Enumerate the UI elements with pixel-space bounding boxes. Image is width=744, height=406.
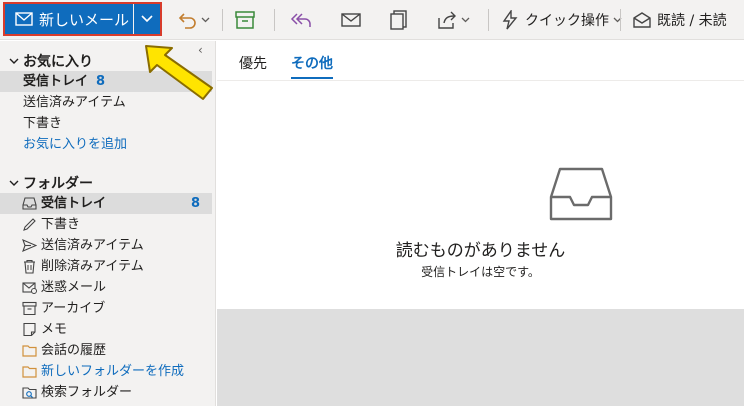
quick-actions-label: クイック操作: [525, 13, 609, 29]
command-bar: 新しいメール クイック操作 既読 / 未読: [0, 0, 744, 40]
quick-actions-button[interactable]: クイック操作: [500, 8, 622, 32]
read-unread-button[interactable]: 既読 / 未読: [632, 8, 727, 32]
chevron-down-icon: [201, 17, 210, 23]
move-icon: [390, 10, 407, 30]
folder-search-folders[interactable]: 検索フォルダー: [0, 382, 212, 403]
favorite-label: お気に入りを追加: [23, 137, 128, 152]
folder-label: 会話の履歴: [41, 343, 107, 358]
new-mail-highlight-box: 新しいメール: [3, 2, 162, 36]
mark-mail-button[interactable]: [340, 8, 362, 32]
folder-label: 送信済みアイテム: [41, 238, 144, 253]
folder-conversation-history[interactable]: 会話の履歴: [0, 340, 212, 361]
folder-label: 検索フォルダー: [41, 385, 133, 400]
new-mail-button[interactable]: 新しいメール: [5, 4, 133, 34]
toolbar-divider: [222, 9, 223, 31]
inbox-icon: [22, 197, 37, 210]
folder-label: 新しいフォルダーを作成: [41, 364, 185, 379]
empty-inbox-icon: [549, 167, 613, 221]
folder-label: 迷惑メール: [41, 280, 107, 295]
favorites-header[interactable]: お気に入り: [8, 51, 93, 71]
add-favorite-link[interactable]: お気に入りを追加: [0, 134, 212, 155]
read-unread-label: 既読 / 未読: [657, 13, 727, 29]
folder-notes[interactable]: メモ: [0, 319, 212, 340]
favorite-label: 送信済みアイテム: [23, 95, 126, 110]
reply-all-button[interactable]: [288, 8, 312, 32]
reading-pane-blank: [217, 309, 744, 406]
favorite-label: 下書き: [23, 116, 63, 131]
folder-icon: [22, 345, 37, 357]
note-icon: [23, 322, 36, 337]
toolbar-divider: [274, 9, 275, 31]
folder-deleted-items[interactable]: 削除済みアイテム: [0, 256, 212, 277]
share-button[interactable]: [436, 8, 470, 32]
favorite-drafts[interactable]: 下書き: [0, 113, 212, 134]
chevron-down-icon: [141, 15, 153, 23]
unread-count: 8: [190, 196, 200, 211]
tab-focused[interactable]: 優先: [239, 53, 267, 73]
favorite-label: 受信トレイ: [23, 74, 89, 89]
chevron-down-icon: [9, 180, 19, 186]
toolbar-divider: [488, 9, 489, 31]
folder-archive[interactable]: アーカイブ: [0, 298, 212, 319]
chevron-down-icon: [461, 17, 470, 23]
folder-sent-items[interactable]: 送信済みアイテム: [0, 235, 212, 256]
archive-icon: [235, 11, 255, 29]
open-envelope-icon: [633, 12, 651, 28]
message-list-pane: 優先 その他 読むものがありません 受信トレイは空です。: [217, 41, 744, 406]
empty-state-title: 読むものがありません: [395, 241, 566, 261]
inbox-tabs: 優先 その他: [217, 41, 744, 81]
folder-label: 受信トレイ: [41, 196, 107, 211]
empty-state-subtitle: 受信トレイは空です。: [421, 265, 540, 279]
archive-icon: [22, 301, 37, 316]
folder-drafts[interactable]: 下書き: [0, 214, 212, 235]
share-icon: [438, 11, 456, 29]
folder-inbox[interactable]: 受信トレイ 8: [0, 193, 212, 214]
folders-header-label: フォルダー: [23, 176, 93, 192]
folder-junk[interactable]: 迷惑メール: [0, 277, 212, 298]
pencil-icon: [23, 218, 36, 231]
folders-header[interactable]: フォルダー: [8, 173, 93, 193]
unread-count: 8: [96, 74, 106, 89]
folder-label: メモ: [41, 322, 68, 337]
undo-icon: [178, 13, 196, 29]
annotation-arrow-icon: [145, 45, 213, 100]
mail-icon: [15, 12, 33, 26]
lightning-icon: [502, 10, 518, 30]
new-mail-dropdown-button[interactable]: [134, 4, 160, 34]
send-icon: [22, 239, 37, 252]
folder-label: アーカイブ: [41, 301, 106, 316]
folder-label: 下書き: [41, 217, 81, 232]
tab-other[interactable]: その他: [291, 53, 333, 79]
reply-all-icon: [290, 13, 311, 27]
folder-icon: [22, 366, 37, 378]
move-button[interactable]: [388, 8, 410, 32]
folder-label: 削除済みアイテム: [41, 259, 144, 274]
trash-icon: [24, 259, 35, 274]
toolbar-divider: [620, 9, 621, 31]
create-new-folder-link[interactable]: 新しいフォルダーを作成: [0, 361, 212, 382]
favorites-header-label: お気に入り: [23, 54, 93, 70]
envelope-icon: [341, 13, 361, 27]
archive-button[interactable]: [234, 8, 256, 32]
junk-icon: [22, 282, 37, 294]
search-folder-icon: [22, 387, 37, 399]
chevron-down-icon: [9, 58, 19, 64]
new-mail-label: 新しいメール: [39, 10, 130, 29]
undo-button[interactable]: [176, 8, 210, 32]
